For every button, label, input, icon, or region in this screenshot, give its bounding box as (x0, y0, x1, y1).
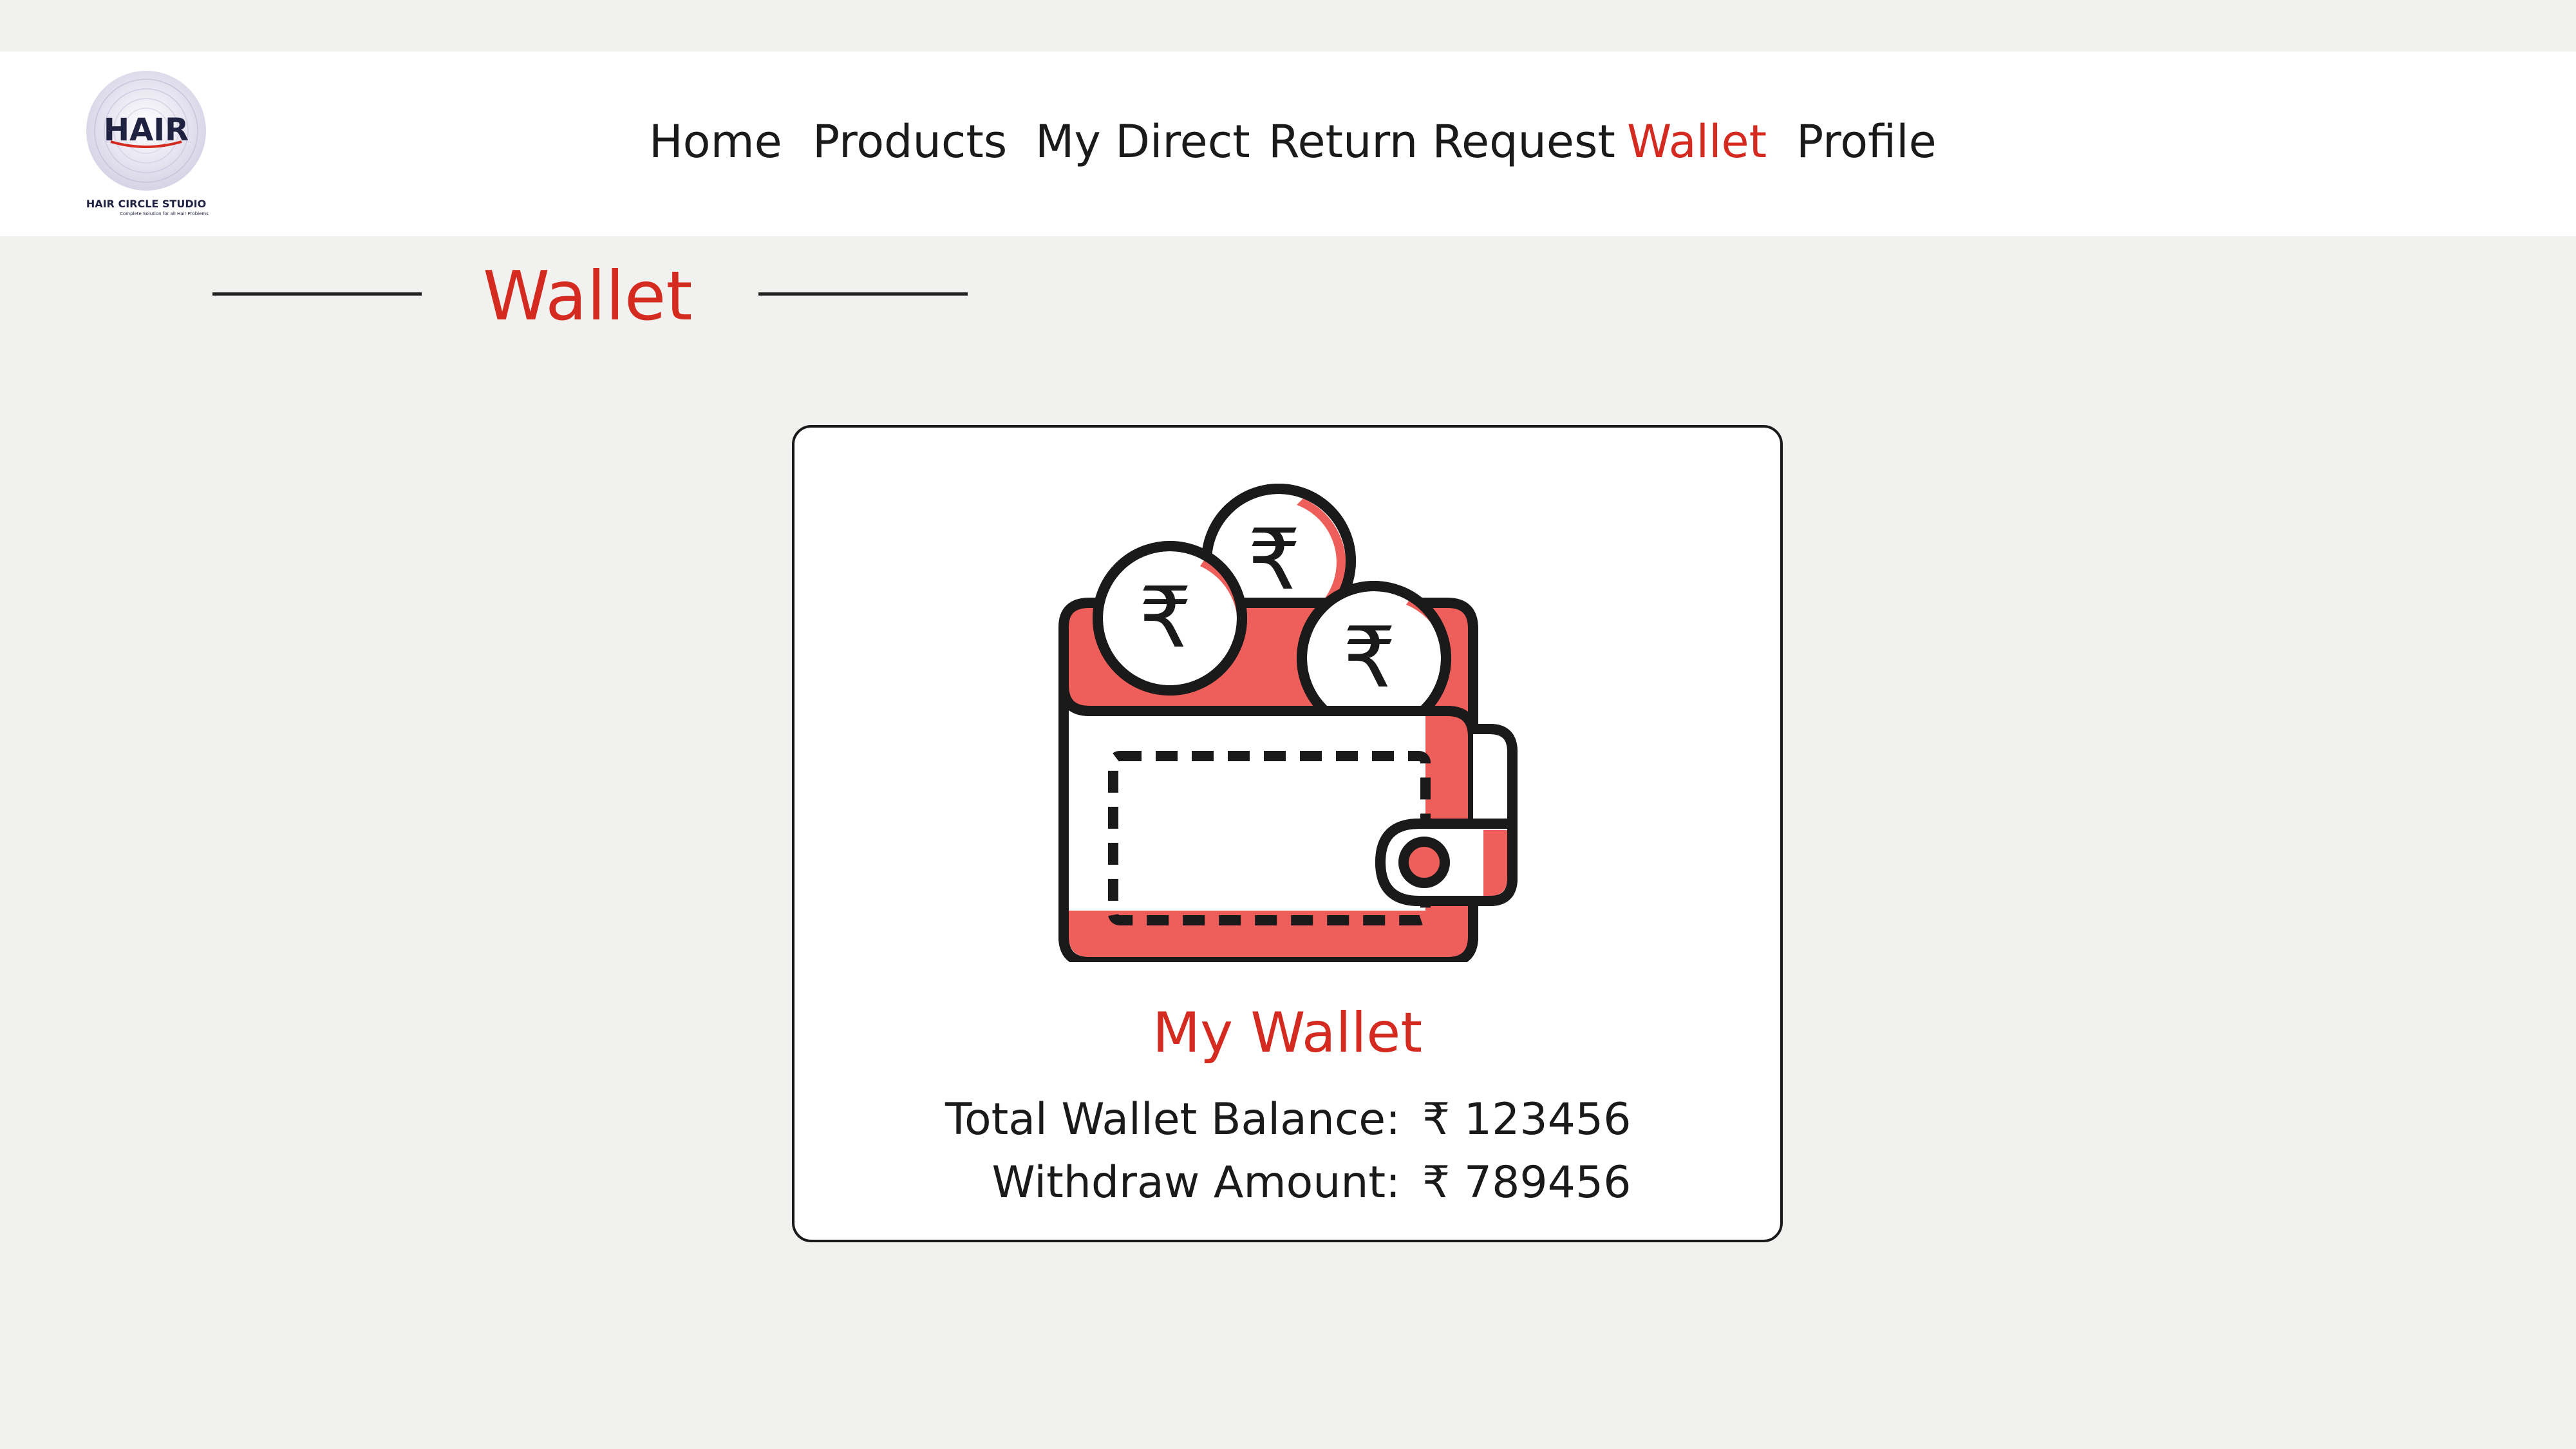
withdraw-amount-row: Withdraw Amount: ₹ 789456 (794, 1154, 1780, 1212)
withdraw-amount-label: Withdraw Amount: (992, 1157, 1400, 1208)
title-divider-right (758, 292, 968, 296)
nav-profile[interactable]: Profile (1796, 113, 1937, 171)
nav-wallet[interactable]: Wallet (1627, 113, 1767, 171)
nav-home[interactable]: Home (649, 113, 782, 171)
wallet-card: ₹ ₹ ₹ My Wallet Total Wallet Balance: ₹ … (792, 425, 1783, 1242)
nav-return-request[interactable]: Return Request (1268, 113, 1615, 171)
svg-text:₹: ₹ (1139, 569, 1192, 667)
svg-text:₹: ₹ (1248, 511, 1301, 609)
nav-my-direct[interactable]: My Direct (1035, 113, 1250, 171)
top-header: HAIR HAIR CIRCLE STUDIO Complete Solutio… (0, 52, 2576, 236)
page-title: Wallet (483, 257, 693, 336)
withdraw-amount-value: ₹ 789456 (1422, 1157, 1631, 1208)
total-balance-row: Total Wallet Balance: ₹ 123456 (794, 1091, 1780, 1149)
wallet-icon: ₹ ₹ ₹ (1039, 460, 1541, 962)
main-nav: Home Products My Direct Return Request W… (0, 52, 2576, 236)
my-wallet-heading: My Wallet (1152, 1001, 1423, 1065)
title-divider-left (212, 292, 422, 296)
total-balance-label: Total Wallet Balance: (945, 1094, 1400, 1145)
svg-text:₹: ₹ (1343, 609, 1396, 706)
page-title-section: Wallet (0, 245, 2576, 348)
nav-products[interactable]: Products (813, 113, 1007, 171)
total-balance-value: ₹ 123456 (1422, 1094, 1631, 1145)
